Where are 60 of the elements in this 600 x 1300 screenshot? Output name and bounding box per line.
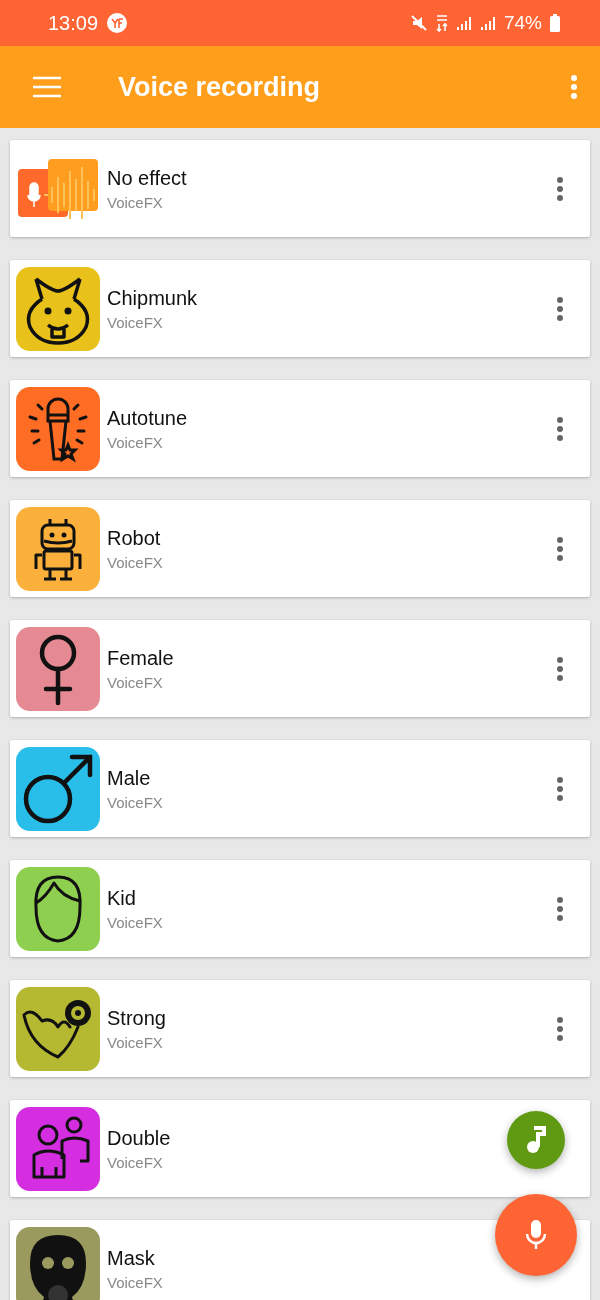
- app-notification-icon: [106, 12, 129, 34]
- effect-title: Male: [107, 766, 151, 790]
- effect-source: VoiceFX: [107, 313, 163, 331]
- effect-title: Chipmunk: [107, 286, 198, 310]
- two-people-icon: [16, 1106, 100, 1191]
- more-vert-icon: [556, 895, 564, 922]
- flexed-arm-icon: [16, 986, 100, 1071]
- app-title: Voice recording: [118, 71, 321, 103]
- more-vert-icon: [556, 295, 564, 322]
- mute-icon: [409, 14, 428, 32]
- more-vert-icon: [556, 175, 564, 202]
- effect-source: VoiceFX: [107, 673, 163, 691]
- more-vert-icon: [556, 775, 564, 802]
- battery-percent: 74%: [503, 12, 542, 34]
- signal-icon: [479, 15, 496, 31]
- more-vert-icon: [556, 1015, 564, 1042]
- effect-source: VoiceFX: [107, 193, 163, 211]
- effect-card[interactable]: Female VoiceFX: [10, 620, 590, 717]
- data-arrows-icon: [435, 14, 448, 32]
- effect-card[interactable]: No effect VoiceFX: [10, 140, 590, 237]
- head-icon: [16, 866, 100, 951]
- signal-icon: [455, 15, 472, 31]
- effect-card[interactable]: Robot VoiceFX: [10, 500, 590, 597]
- effect-title: Autotune: [107, 406, 188, 430]
- more-vert-icon: [556, 535, 564, 562]
- effect-card[interactable]: Autotune VoiceFX: [10, 380, 590, 477]
- female-symbol-icon: [16, 626, 100, 711]
- effect-source: VoiceFX: [107, 793, 163, 811]
- effect-source: VoiceFX: [107, 433, 163, 451]
- effect-card[interactable]: Strong VoiceFX: [10, 980, 590, 1077]
- clock-time: 13:09: [48, 11, 99, 35]
- microphone-icon: [524, 1218, 548, 1252]
- effect-title: Double: [107, 1126, 171, 1150]
- music-note-icon: [524, 1126, 548, 1154]
- gas-mask-icon: [16, 1226, 100, 1300]
- effect-title: Mask: [107, 1246, 155, 1270]
- effect-title: Strong: [107, 1006, 166, 1030]
- robot-icon: [16, 506, 100, 591]
- more-vert-icon: [556, 415, 564, 442]
- more-vert-icon: [570, 74, 578, 100]
- menu-icon: [32, 76, 62, 98]
- effect-source: VoiceFX: [107, 1273, 163, 1291]
- battery-icon: [550, 14, 560, 32]
- effect-source: VoiceFX: [107, 553, 163, 571]
- effect-title: Female: [107, 646, 174, 670]
- effect-card[interactable]: Kid VoiceFX: [10, 860, 590, 957]
- male-symbol-icon: [16, 746, 100, 831]
- effect-title: Robot: [107, 526, 161, 550]
- effect-source: VoiceFX: [107, 1033, 163, 1051]
- more-vert-icon: [556, 655, 564, 682]
- effect-card[interactable]: Chipmunk VoiceFX: [10, 260, 590, 357]
- effect-source: VoiceFX: [107, 913, 163, 931]
- effect-title: Kid: [107, 886, 136, 910]
- effect-source: VoiceFX: [107, 1153, 163, 1171]
- microphone-icon: [16, 386, 100, 471]
- chipmunk-icon: [16, 266, 100, 351]
- effect-card[interactable]: Double VoiceFX: [10, 1100, 590, 1197]
- effect-card[interactable]: Mask VoiceFX: [10, 1220, 590, 1300]
- effect-card[interactable]: Male VoiceFX: [10, 740, 590, 837]
- effect-title: No effect: [107, 166, 187, 190]
